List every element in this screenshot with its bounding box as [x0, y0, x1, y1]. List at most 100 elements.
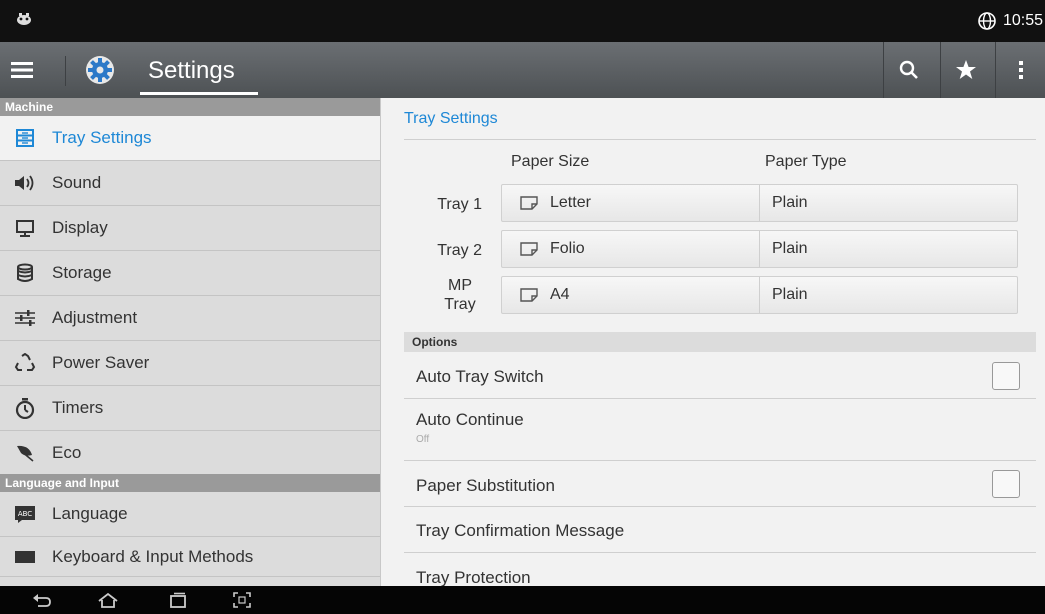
sidebar-item-label: Timers — [52, 398, 104, 417]
sidebar-item-sound[interactable]: Sound — [0, 161, 380, 206]
svg-text:ABC: ABC — [18, 510, 32, 518]
tray-label: MP Tray — [444, 277, 476, 313]
paper-substitution-checkbox[interactable] — [992, 470, 1020, 498]
paper-type-cell[interactable]: Plain — [760, 277, 808, 313]
section-header-language: Language and Input — [0, 474, 380, 492]
abc-keyboard-icon: ABC — [14, 503, 36, 525]
column-header-paper-type: Paper Type — [765, 153, 847, 170]
status-bar: 10:55 — [0, 0, 1045, 42]
option-auto-continue[interactable]: Auto Continue Off — [404, 399, 1036, 461]
screenshot-button[interactable] — [230, 590, 254, 610]
sidebar-item-label: Eco — [52, 442, 82, 462]
recent-apps-button[interactable] — [166, 590, 190, 610]
tray-1-selector[interactable]: Letter Plain — [501, 184, 1018, 222]
title-underline — [140, 92, 258, 95]
settings-gear-icon — [86, 56, 114, 84]
sidebar-item-eco[interactable]: Eco — [0, 431, 380, 474]
section-header-machine: Machine — [0, 98, 380, 116]
paper-size-cell[interactable]: A4 — [502, 277, 760, 313]
tray-settings-panel: Tray Settings Paper Size Paper Type Tray… — [382, 98, 1045, 586]
paper-size-cell[interactable]: Folio — [502, 231, 760, 267]
settings-sidebar: Machine Tray Settings Sound Display Stor… — [0, 98, 381, 586]
option-tray-confirmation-message[interactable]: Tray Confirmation Message — [404, 507, 1036, 553]
paper-size-value: Letter — [550, 194, 591, 211]
back-button[interactable] — [30, 590, 54, 610]
tray-label: Tray 1 — [437, 196, 482, 213]
sidebar-item-label: Tray Settings — [52, 128, 152, 147]
search-button[interactable] — [883, 42, 933, 98]
globe-icon — [978, 12, 996, 30]
divider — [65, 56, 66, 86]
page-title: Settings — [148, 57, 235, 84]
paper-type-value: Plain — [772, 194, 808, 211]
keyboard-icon — [14, 546, 36, 568]
paper-icon — [520, 196, 538, 210]
option-sublabel: Off — [416, 434, 430, 445]
option-auto-tray-switch[interactable]: Auto Tray Switch — [404, 352, 1036, 399]
paper-size-value: Folio — [550, 240, 585, 257]
mp-tray-selector[interactable]: A4 Plain — [501, 276, 1018, 314]
active-indicator — [369, 126, 380, 154]
paper-type-value: Plain — [772, 240, 808, 257]
paper-icon — [520, 288, 538, 302]
sidebar-item-label: Power Saver — [52, 353, 150, 372]
sidebar-item-timers[interactable]: Timers — [0, 386, 380, 431]
paper-size-value: A4 — [550, 286, 570, 303]
sidebar-item-label: Adjustment — [52, 308, 138, 327]
sidebar-item-language[interactable]: ABC Language — [0, 492, 380, 537]
sidebar-item-label: Keyboard & Input Methods — [52, 546, 254, 566]
section-header-options: Options — [404, 332, 1036, 352]
screenshot-icon — [233, 592, 251, 608]
tray-icon — [14, 127, 36, 149]
paper-type-cell[interactable]: Plain — [760, 185, 808, 221]
stopwatch-icon — [14, 397, 36, 419]
notification-icon — [17, 13, 31, 25]
sidebar-item-display[interactable]: Display — [0, 206, 380, 251]
paper-size-cell[interactable]: Letter — [502, 185, 760, 221]
auto-tray-switch-checkbox[interactable] — [992, 362, 1020, 390]
recycle-icon — [14, 352, 36, 374]
star-icon — [955, 60, 976, 79]
database-icon — [14, 262, 36, 284]
more-options-button[interactable] — [995, 42, 1045, 98]
leaf-icon — [14, 442, 36, 464]
option-label: Auto Tray Switch — [416, 367, 544, 386]
paper-type-value: Plain — [772, 286, 808, 303]
home-icon — [98, 592, 118, 608]
hamburger-icon — [11, 62, 33, 78]
favorite-button[interactable] — [940, 42, 990, 98]
sidebar-item-label: Sound — [52, 173, 102, 192]
speaker-icon — [14, 172, 36, 194]
sidebar-item-label: Display — [52, 218, 108, 237]
panel-title: Tray Settings — [404, 110, 498, 127]
sidebar-item-storage[interactable]: Storage — [0, 251, 380, 296]
sidebar-item-power-saver[interactable]: Power Saver — [0, 341, 380, 386]
home-button[interactable] — [96, 590, 120, 610]
back-icon — [33, 594, 51, 607]
menu-button[interactable] — [6, 54, 38, 86]
monitor-icon — [14, 217, 36, 239]
paper-type-cell[interactable]: Plain — [760, 231, 808, 267]
overflow-menu-icon — [1018, 61, 1023, 79]
tray-2-selector[interactable]: Folio Plain — [501, 230, 1018, 268]
option-label: Tray Protection — [416, 568, 531, 586]
option-label: Paper Substitution — [416, 476, 555, 495]
sidebar-item-adjustment[interactable]: Adjustment — [0, 296, 380, 341]
system-nav-bar — [0, 586, 1045, 614]
option-paper-substitution[interactable]: Paper Substitution — [404, 461, 1036, 507]
action-bar: Settings — [0, 42, 1045, 98]
tray-label: Tray 2 — [437, 242, 482, 259]
column-header-paper-size: Paper Size — [511, 153, 590, 170]
paper-icon — [520, 242, 538, 256]
sidebar-item-label: Storage — [52, 263, 112, 282]
sidebar-item-keyboard[interactable]: Keyboard & Input Methods — [0, 537, 380, 577]
sidebar-item-tray-settings[interactable]: Tray Settings — [0, 116, 380, 161]
recent-apps-icon — [170, 592, 186, 608]
sidebar-item-label: Language — [52, 504, 128, 523]
option-tray-protection[interactable]: Tray Protection — [404, 553, 1036, 586]
option-label: Auto Continue — [416, 410, 524, 429]
search-icon — [899, 60, 918, 79]
clock: 10:55 — [1002, 12, 1043, 29]
option-label: Tray Confirmation Message — [416, 521, 625, 540]
divider — [404, 139, 1036, 140]
